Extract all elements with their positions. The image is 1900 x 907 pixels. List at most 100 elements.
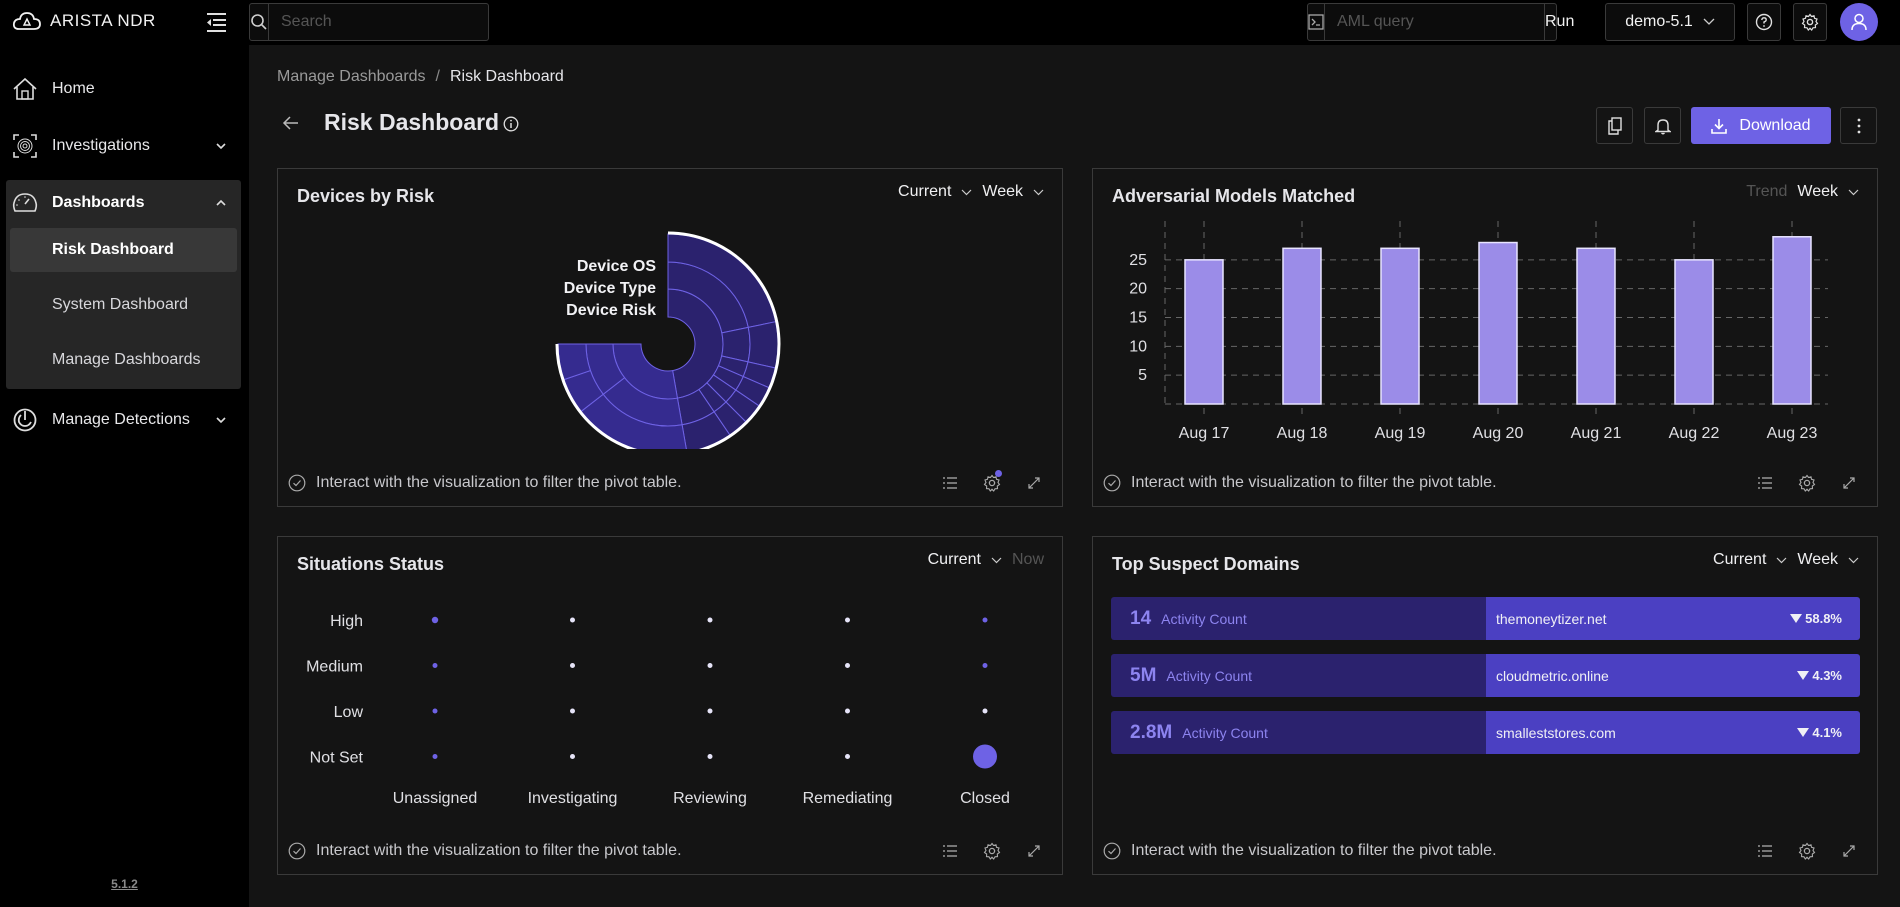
search-button[interactable] — [250, 4, 269, 40]
sidebar-item-investigations[interactable]: Investigations — [0, 124, 249, 168]
expand-button[interactable] — [1024, 841, 1044, 861]
brand-logo[interactable]: ARISTA NDR — [12, 10, 156, 32]
expand-button[interactable] — [1839, 841, 1859, 861]
status-dot[interactable] — [570, 754, 575, 759]
bar-chart[interactable]: 5 10 15 20 25 Aug 17 Aug 18 Aug 19 Aug 20 Aug 21 A… — [1093, 209, 1879, 449]
status-dot[interactable] — [845, 754, 850, 759]
status-dot[interactable] — [982, 663, 988, 668]
status-dot[interactable] — [973, 744, 997, 769]
mode-dropdown[interactable]: Current — [928, 551, 1002, 569]
activity-count-value: 14 — [1130, 607, 1152, 629]
sunburst-segment[interactable] — [747, 321, 779, 369]
sidebar-item-dashboards[interactable]: Dashboards — [0, 181, 249, 225]
list-view-button[interactable] — [1755, 473, 1775, 493]
sidebar-item-risk-dashboard[interactable]: Risk Dashboard — [10, 228, 237, 272]
status-dot[interactable] — [845, 708, 850, 714]
gear-icon — [1798, 474, 1816, 492]
sunburst-chart[interactable]: Device OS Device Type Device Risk — [278, 209, 1064, 449]
card-settings-button[interactable] — [982, 470, 1002, 493]
card-controls: Current Week — [898, 183, 1044, 201]
x-tick-label: Aug 20 — [1473, 425, 1524, 442]
sidebar-item-system-dashboard[interactable]: System Dashboard — [10, 283, 237, 327]
sidebar-item-home[interactable]: Home — [0, 67, 249, 111]
check-circle-icon — [1103, 842, 1121, 860]
range-dropdown[interactable]: Week — [1797, 183, 1859, 201]
search-input[interactable] — [269, 4, 488, 40]
global-search[interactable] — [249, 3, 489, 41]
settings-button[interactable] — [1793, 3, 1827, 41]
info-button[interactable] — [503, 116, 519, 132]
status-dot[interactable] — [845, 663, 850, 668]
aml-query-input[interactable] — [1325, 4, 1544, 40]
bell-icon — [1654, 118, 1671, 134]
expand-button[interactable] — [1024, 473, 1044, 493]
back-button[interactable] — [281, 113, 301, 133]
bar[interactable] — [1380, 247, 1420, 405]
status-dot[interactable] — [982, 617, 988, 623]
status-dot[interactable] — [570, 617, 575, 623]
status-dot[interactable] — [707, 663, 713, 668]
range-dropdown[interactable]: Week — [982, 183, 1044, 201]
footer-hint: Interact with the visualization to filte… — [316, 842, 682, 859]
card-title: Top Suspect Domains — [1112, 554, 1300, 574]
status-dot[interactable] — [432, 754, 438, 759]
status-dot[interactable] — [707, 617, 713, 623]
status-dot[interactable] — [845, 617, 850, 623]
copy-button[interactable] — [1596, 107, 1633, 144]
bar[interactable] — [1576, 247, 1616, 405]
help-button[interactable] — [1747, 3, 1781, 41]
sidebar-item-manage-dashboards[interactable]: Manage Dashboards — [10, 338, 237, 382]
bar[interactable] — [1772, 236, 1812, 405]
user-avatar[interactable] — [1840, 3, 1878, 41]
list-view-button[interactable] — [1755, 841, 1775, 861]
mode-dropdown[interactable]: Current — [898, 183, 972, 201]
card-settings-button[interactable] — [1797, 841, 1817, 861]
bar[interactable] — [1478, 241, 1518, 405]
activity-count-value: 5M — [1130, 664, 1157, 686]
x-category-label: Unassigned — [393, 790, 478, 807]
card-settings-button[interactable] — [1797, 473, 1817, 493]
list-view-button[interactable] — [940, 473, 960, 493]
range-label: Week — [1797, 183, 1838, 200]
mode-dropdown[interactable]: Current — [1713, 551, 1787, 569]
x-tick-label: Aug 19 — [1375, 425, 1426, 442]
status-dot[interactable] — [431, 616, 439, 624]
card-settings-button[interactable] — [982, 841, 1002, 861]
status-dot[interactable] — [432, 708, 438, 714]
bar[interactable] — [1282, 247, 1322, 405]
status-dot[interactable] — [707, 754, 713, 759]
range-dropdown[interactable]: Week — [1797, 551, 1859, 569]
status-dot[interactable] — [432, 663, 438, 668]
status-dot[interactable] — [707, 708, 713, 714]
settings-indicator-dot — [995, 470, 1002, 477]
terminal-button[interactable] — [1308, 4, 1325, 40]
bar[interactable] — [1674, 259, 1714, 405]
download-button[interactable]: Download — [1691, 107, 1831, 144]
now-toggle[interactable]: Now — [1012, 551, 1044, 569]
bar[interactable] — [1184, 259, 1224, 405]
expand-button[interactable] — [1839, 473, 1859, 493]
domain-row[interactable]: 5M Activity Count cloudmetric.online 4.3% — [1111, 654, 1860, 697]
change-percent: 58.8% — [1805, 611, 1842, 626]
domain-row[interactable]: 14 Activity Count themoneytizer.net 58.8% — [1111, 597, 1860, 640]
version-link[interactable]: 5.1.2 — [0, 877, 249, 891]
list-view-button[interactable] — [940, 841, 960, 861]
situations-dot-chart[interactable]: High Medium Low Not Set Unassigned Investigat… — [278, 577, 1064, 817]
check-circle-icon — [1103, 474, 1121, 492]
x-tick-label: Aug 21 — [1571, 425, 1622, 442]
sidebar-item-manage-detections[interactable]: Manage Detections — [0, 398, 249, 442]
breadcrumb-manage-dashboards[interactable]: Manage Dashboards — [277, 68, 426, 86]
run-button[interactable]: Run — [1544, 4, 1574, 40]
tenant-selector[interactable]: demo-5.1 — [1605, 3, 1735, 41]
status-dot[interactable] — [570, 663, 575, 668]
status-dot[interactable] — [570, 708, 575, 714]
trend-toggle[interactable]: Trend — [1746, 183, 1787, 201]
radar-icon — [12, 407, 38, 433]
collapse-menu-button[interactable] — [204, 11, 228, 33]
more-options-button[interactable] — [1840, 107, 1877, 144]
status-dot[interactable] — [982, 708, 988, 714]
collapse-menu-icon — [207, 13, 226, 32]
alerts-button[interactable] — [1644, 107, 1681, 144]
chevron-down-icon — [216, 143, 226, 150]
domain-row[interactable]: 2.8M Activity Count smalleststores.com 4.1… — [1111, 711, 1860, 754]
